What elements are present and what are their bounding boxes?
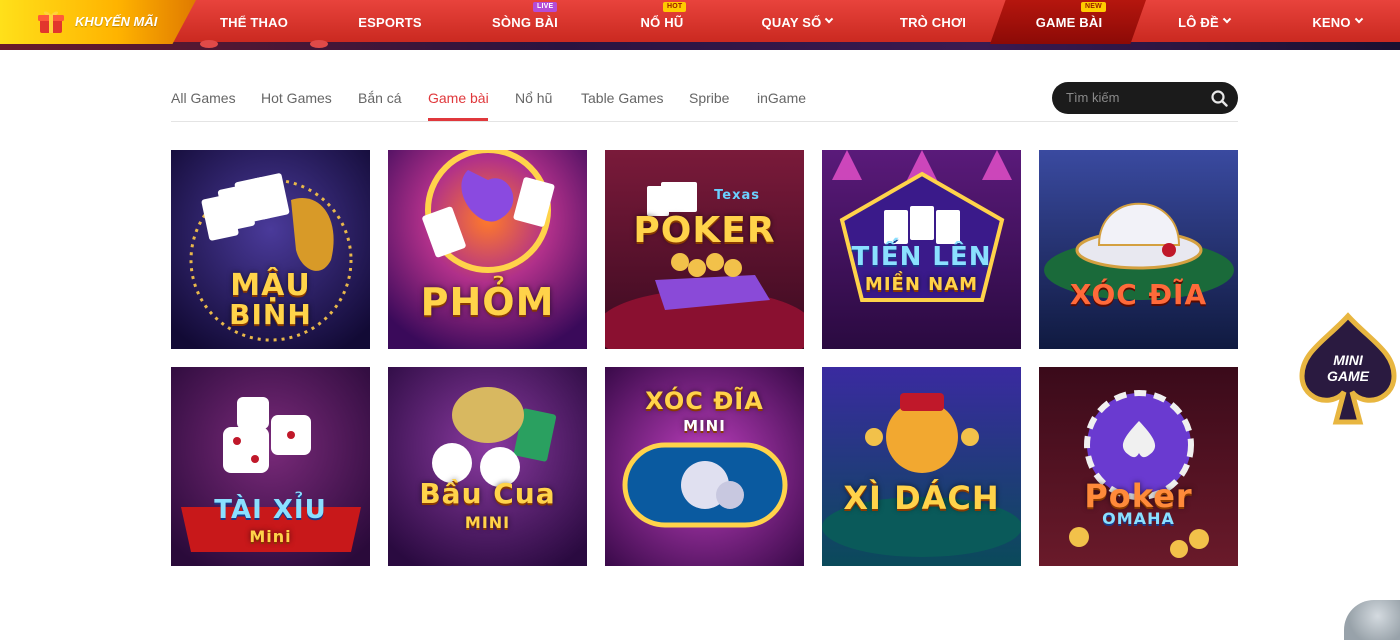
nav-label: SÒNG BÀI <box>492 14 558 30</box>
game-tile-bau-cua[interactable]: Bầu Cua MINI <box>388 367 587 566</box>
nav-item-game-bai[interactable]: GAME BÀI NEW <box>1030 0 1108 44</box>
game-subtitle: MIỀN NAM <box>864 274 979 295</box>
game-title: Bầu Cua <box>419 477 556 510</box>
xoc-dia-artwork <box>1039 150 1238 349</box>
game-tile-mau-binh[interactable]: MẬU BINH <box>171 150 370 349</box>
nav-item-quay-so[interactable]: QUAY SỐ <box>752 0 842 44</box>
game-tile-texas-poker[interactable]: Texas POKER <box>605 150 804 349</box>
game-subtitle: BINH <box>229 298 312 331</box>
nav-label: LÔ ĐỀ <box>1178 14 1219 30</box>
game-title: XÌ DÁCH <box>843 479 1000 517</box>
chevron-down-icon <box>1222 14 1232 24</box>
tab-spribe[interactable]: Spribe <box>689 90 729 106</box>
nav-item-lo-de[interactable]: LÔ ĐỀ <box>1170 0 1238 44</box>
game-subtitle: Mini <box>249 527 292 546</box>
game-tile-poker-omaha[interactable]: Poker OMAHA <box>1039 367 1238 566</box>
promo-button[interactable]: KHUYẾN MÃI <box>0 0 196 44</box>
tab-ban-ca[interactable]: Bắn cá <box>358 90 402 106</box>
tab-no-hu[interactable]: Nổ hũ <box>515 90 552 106</box>
nav-label: ESPORTS <box>358 14 422 30</box>
game-title: TIẾN LÊN <box>851 242 992 272</box>
tab-table-games[interactable]: Table Games <box>581 90 663 106</box>
category-tabs: All Games Hot Games Bắn cá Game bài Nổ h… <box>171 78 1238 122</box>
game-tile-phom[interactable]: PHỎM <box>388 150 587 349</box>
nav-label: QUAY SỐ <box>761 14 822 30</box>
game-title: TÀI XỈU <box>214 495 327 525</box>
new-badge: NEW <box>1081 2 1106 12</box>
game-title: PHỎM <box>420 280 555 324</box>
tab-all-games[interactable]: All Games <box>171 90 236 106</box>
nav-label: KENO <box>1312 14 1351 30</box>
game-subtitle: MINI <box>683 417 726 435</box>
search-box <box>1052 82 1238 114</box>
mini-game-button[interactable]: MINI GAME <box>1296 312 1400 428</box>
game-title: XÓC ĐĨA <box>1069 278 1208 311</box>
nav-label: TRÒ CHƠI <box>899 14 967 30</box>
tab-ingame[interactable]: inGame <box>757 90 806 106</box>
nav-item-song-bai[interactable]: SÒNG BÀI LIVE <box>486 0 564 44</box>
game-subtitle: MINI <box>464 513 511 532</box>
nav-item-the-thao[interactable]: THỂ THAO <box>213 0 295 44</box>
poker-omaha-artwork <box>1039 367 1238 566</box>
chevron-down-icon <box>825 14 834 24</box>
banner-decoration <box>310 40 328 48</box>
nav-label: NỔ HŨ <box>640 14 684 30</box>
game-title: XÓC ĐĨA <box>645 387 764 415</box>
chevron-down-icon <box>1354 14 1363 24</box>
game-title: POKER <box>633 210 776 251</box>
game-subtitle: OMAHA <box>1102 509 1175 528</box>
bau-cua-artwork <box>388 367 587 566</box>
active-tab-indicator <box>428 118 488 121</box>
promo-label: KHUYẾN MÃI <box>75 14 158 29</box>
tab-game-bai[interactable]: Game bài <box>428 90 489 106</box>
nav-label: THỂ THAO <box>219 14 289 30</box>
game-tile-xoc-dia-mini[interactable]: XÓC ĐĨA MINI <box>605 367 804 566</box>
nav-item-keno[interactable]: KENO <box>1306 0 1368 44</box>
live-badge: LIVE <box>533 2 558 12</box>
hot-badge: HOT <box>663 2 687 12</box>
avatar[interactable] <box>1344 600 1400 640</box>
nav-item-esports[interactable]: ESPORTS <box>352 0 428 44</box>
tab-hot-games[interactable]: Hot Games <box>261 90 332 106</box>
nav-item-no-hu[interactable]: NỔ HŨ HOT <box>632 0 692 44</box>
search-icon[interactable] <box>1211 90 1228 107</box>
mini-game-label: GAME <box>1327 368 1369 384</box>
gift-icon <box>38 11 64 33</box>
game-tile-xoc-dia[interactable]: XÓC ĐĨA <box>1039 150 1238 349</box>
nav-item-tro-choi[interactable]: TRÒ CHƠI <box>894 0 972 44</box>
game-tile-tai-xiu[interactable]: TÀI XỈU Mini <box>171 367 370 566</box>
xi-dach-artwork <box>822 367 1021 566</box>
game-subtitle: Texas <box>714 188 760 203</box>
search-input[interactable] <box>1066 90 1206 105</box>
game-tile-xi-dach[interactable]: XÌ DÁCH <box>822 367 1021 566</box>
game-tile-tien-len[interactable]: TIẾN LÊN MIỀN NAM <box>822 150 1021 349</box>
mini-game-label: MINI <box>1333 352 1363 368</box>
nav-label: GAME BÀI <box>1035 14 1103 30</box>
